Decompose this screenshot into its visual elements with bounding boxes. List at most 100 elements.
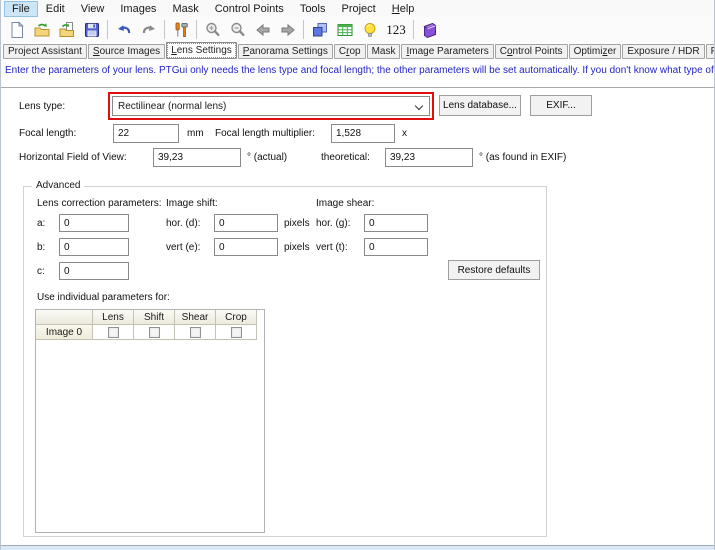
advanced-legend: Advanced bbox=[32, 180, 84, 191]
focal-length-label: Focal length: bbox=[19, 128, 76, 139]
grid-col-crop: Crop bbox=[216, 310, 257, 325]
focal-multiplier-input[interactable] bbox=[331, 124, 395, 143]
panorama-editor-button[interactable] bbox=[307, 18, 332, 41]
lens-type-label: Lens type: bbox=[19, 101, 65, 112]
tab-exposure-hdr[interactable]: Exposure / HDR bbox=[622, 44, 704, 59]
tab-panorama-settings[interactable]: Panorama Settings bbox=[238, 44, 333, 59]
save-floppy-icon bbox=[83, 21, 101, 39]
lens-database-button[interactable]: Lens database... bbox=[439, 95, 521, 116]
zoom-in-icon bbox=[204, 21, 222, 39]
tools-button[interactable] bbox=[168, 18, 193, 41]
image-table-button[interactable] bbox=[332, 18, 357, 41]
individual-param-checkbox[interactable] bbox=[231, 327, 242, 338]
menu-help[interactable]: Help bbox=[384, 1, 423, 17]
menu-edit[interactable]: Edit bbox=[38, 1, 73, 17]
param-c-label: c: bbox=[37, 266, 45, 277]
toolbar-separator bbox=[413, 20, 414, 39]
hfov-theoretical-input[interactable] bbox=[385, 148, 473, 167]
tab-mask[interactable]: Mask bbox=[367, 44, 401, 59]
tab-control-points[interactable]: Control Points bbox=[495, 44, 568, 59]
new-document-icon bbox=[8, 21, 26, 39]
tab-optimizer[interactable]: Optimizer bbox=[569, 44, 622, 59]
arrow-left-icon bbox=[254, 21, 272, 39]
advanced-group: Advanced Lens correction parameters: Ima… bbox=[23, 186, 547, 537]
grid-body: Image 0 bbox=[36, 325, 264, 340]
param-a-input[interactable] bbox=[59, 214, 129, 232]
zoom-out-button[interactable] bbox=[225, 18, 250, 41]
open-project-button[interactable] bbox=[29, 18, 54, 41]
arrow-right-icon bbox=[279, 21, 297, 39]
menu-file[interactable]: File bbox=[4, 1, 38, 17]
param-b-input[interactable] bbox=[59, 238, 129, 256]
new-project-button[interactable] bbox=[4, 18, 29, 41]
shear-hor-input[interactable] bbox=[364, 214, 428, 232]
tutorial-button[interactable] bbox=[417, 18, 442, 41]
param-c-input[interactable] bbox=[59, 262, 129, 280]
table-icon bbox=[336, 21, 354, 39]
individual-param-checkbox[interactable] bbox=[149, 327, 160, 338]
individual-param-checkbox[interactable] bbox=[190, 327, 201, 338]
numeric-values-button[interactable]: 123 bbox=[382, 18, 410, 41]
undo-button[interactable] bbox=[111, 18, 136, 41]
zoom-out-icon bbox=[229, 21, 247, 39]
toolbar-separator bbox=[303, 20, 304, 39]
shear-vert-input[interactable] bbox=[364, 238, 428, 256]
tab-source-images[interactable]: Source Images bbox=[88, 44, 165, 59]
help-text: Enter the parameters of your lens. PTGui… bbox=[1, 59, 714, 88]
zoom-in-button[interactable] bbox=[200, 18, 225, 41]
menubar: FileEditViewImagesMaskControl PointsTool… bbox=[1, 0, 714, 17]
previous-image-button[interactable] bbox=[250, 18, 275, 41]
assistant-button[interactable] bbox=[357, 18, 382, 41]
focal-length-input[interactable] bbox=[113, 124, 179, 143]
redo-icon bbox=[140, 21, 158, 39]
next-image-button[interactable] bbox=[275, 18, 300, 41]
tab-lens-settings[interactable]: Lens Settings bbox=[166, 42, 237, 59]
tab-project-settings[interactable]: Project Settings bbox=[706, 44, 715, 59]
panorama-editor-icon bbox=[311, 21, 329, 39]
hfov-actual-suffix: ° (actual) bbox=[247, 152, 287, 163]
grid-col-corner bbox=[36, 310, 93, 325]
restore-defaults-button[interactable]: Restore defaults bbox=[448, 260, 540, 280]
menu-mask[interactable]: Mask bbox=[164, 1, 206, 17]
toolbar-separator bbox=[107, 20, 108, 39]
exif-button[interactable]: EXIF... bbox=[530, 95, 592, 116]
individual-param-checkbox[interactable] bbox=[108, 327, 119, 338]
grid-col-shift: Shift bbox=[134, 310, 175, 325]
menu-project[interactable]: Project bbox=[334, 1, 384, 17]
menu-tools[interactable]: Tools bbox=[292, 1, 334, 17]
shift-vert-input[interactable] bbox=[214, 238, 278, 256]
grid-row-label[interactable]: Image 0 bbox=[36, 325, 93, 340]
tab-image-parameters[interactable]: Image Parameters bbox=[401, 44, 493, 59]
grid-cell bbox=[216, 325, 257, 340]
menu-control-points[interactable]: Control Points bbox=[207, 1, 292, 17]
grid-cell bbox=[134, 325, 175, 340]
shift-hor-label: hor. (d): bbox=[166, 218, 200, 229]
menu-view[interactable]: View bbox=[73, 1, 113, 17]
hfov-actual-input[interactable] bbox=[153, 148, 241, 167]
tab-crop[interactable]: Crop bbox=[334, 44, 366, 59]
shift-hor-input[interactable] bbox=[214, 214, 278, 232]
grid-col-shear: Shear bbox=[175, 310, 216, 325]
grid-cell bbox=[93, 325, 134, 340]
lens-type-select[interactable]: Rectilinear (normal lens) bbox=[112, 96, 430, 116]
image-shear-header: Image shear: bbox=[316, 198, 374, 209]
menu-images[interactable]: Images bbox=[112, 1, 164, 17]
chevron-down-icon bbox=[415, 102, 423, 110]
focal-multiplier-label: Focal length multiplier: bbox=[215, 128, 315, 139]
individual-params-grid: LensShiftShearCrop Image 0 bbox=[35, 309, 265, 533]
grid-cell bbox=[175, 325, 216, 340]
grid-header-row: LensShiftShearCrop bbox=[36, 310, 264, 325]
redo-button[interactable] bbox=[136, 18, 161, 41]
open-copy-icon bbox=[58, 21, 76, 39]
lens-correction-header: Lens correction parameters: bbox=[37, 198, 162, 209]
hfov-theoretical-suffix: ° (as found in EXIF) bbox=[479, 152, 566, 163]
save-project-button[interactable] bbox=[79, 18, 104, 41]
tab-project-assistant[interactable]: Project Assistant bbox=[3, 44, 87, 59]
toolbar-separator bbox=[164, 20, 165, 39]
shear-vert-label: vert (t): bbox=[316, 242, 348, 253]
hfov-label: Horizontal Field of View: bbox=[19, 152, 127, 163]
shear-hor-label: hor. (g): bbox=[316, 218, 350, 229]
lightbulb-icon bbox=[361, 21, 379, 39]
grid-row: Image 0 bbox=[36, 325, 264, 340]
open-copy-button[interactable] bbox=[54, 18, 79, 41]
